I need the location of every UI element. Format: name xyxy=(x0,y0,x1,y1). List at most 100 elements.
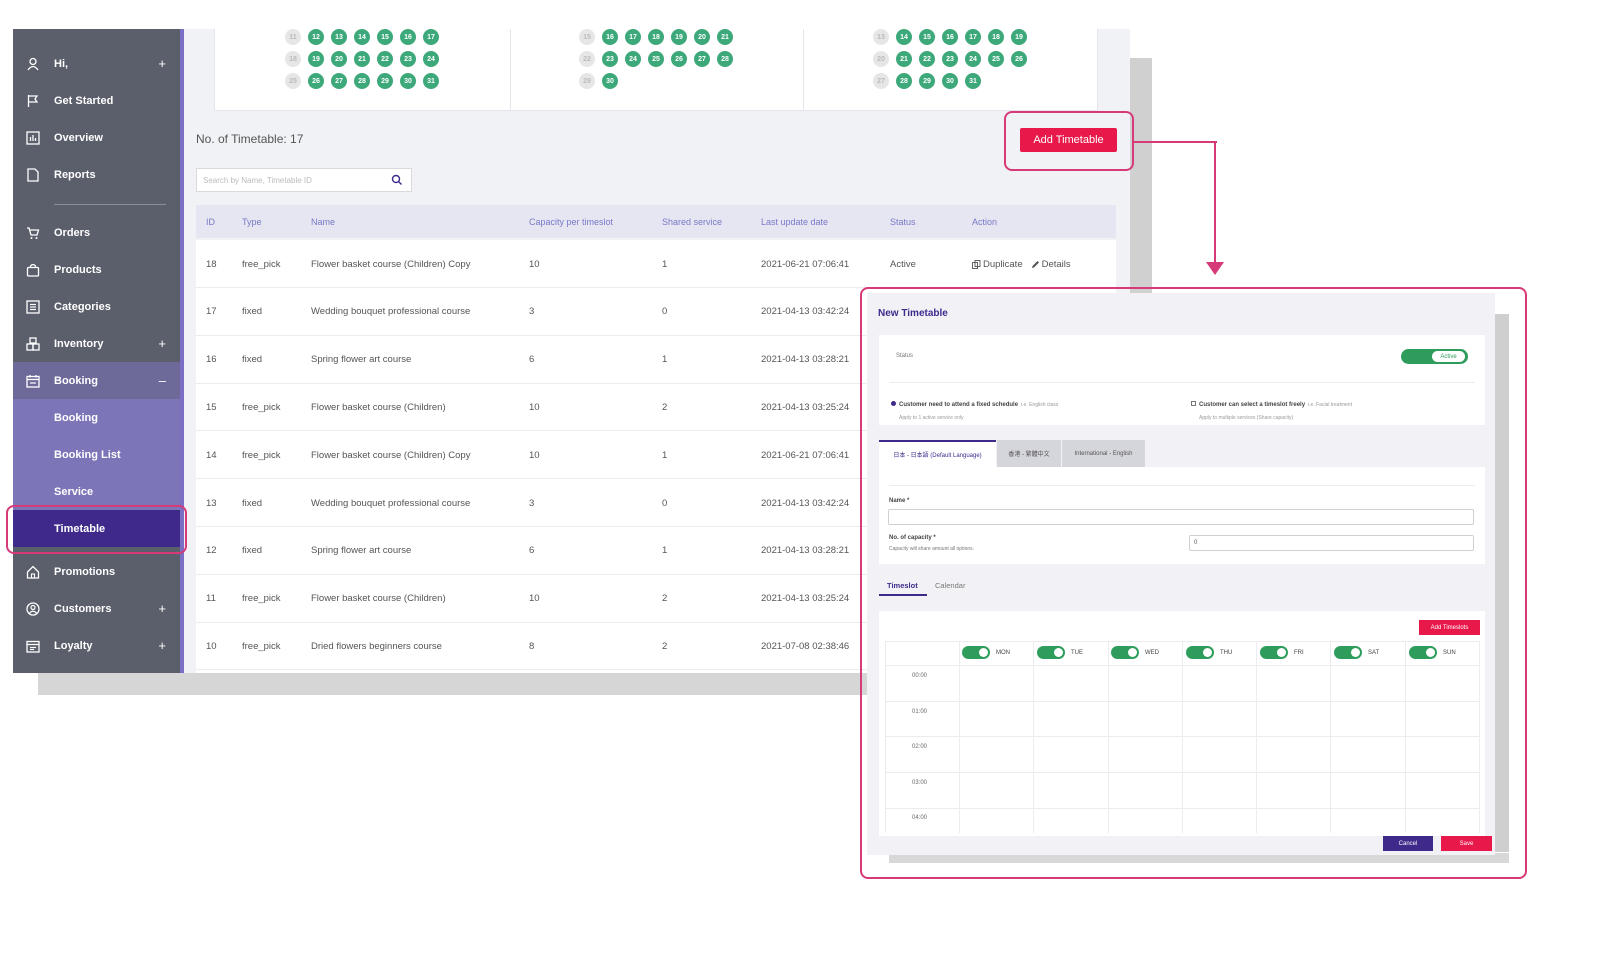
sidebar-item-booking[interactable]: Booking – xyxy=(13,362,180,399)
toggle-switch[interactable] xyxy=(1037,646,1065,659)
column-header-id[interactable]: ID xyxy=(206,205,215,238)
sidebar-item-promotions[interactable]: Promotions xyxy=(13,553,180,590)
calendar-day[interactable]: 21 xyxy=(354,51,370,67)
column-header-capacity-per-timeslot[interactable]: Capacity per timeslot xyxy=(529,205,613,238)
column-header-shared-service[interactable]: Shared service xyxy=(662,205,722,238)
tab-language-traditional-chinese[interactable]: 香港 - 繁體中文 xyxy=(997,440,1061,467)
calendar-day[interactable]: 21 xyxy=(717,29,733,45)
column-header-type[interactable]: Type xyxy=(242,205,262,238)
calendar-day[interactable]: 19 xyxy=(671,29,687,45)
calendar-day[interactable]: 21 xyxy=(896,51,912,67)
calendar-day[interactable]: 17 xyxy=(965,29,981,45)
sidebar-item-categories[interactable]: Categories xyxy=(13,288,180,325)
calendar-day[interactable]: 19 xyxy=(308,51,324,67)
calendar-day[interactable]: 15 xyxy=(377,29,393,45)
day-toggle-sat[interactable]: SAT xyxy=(1334,646,1379,659)
sidebar-item-overview[interactable]: Overview xyxy=(13,119,180,156)
cancel-button[interactable]: Cancel xyxy=(1383,836,1433,851)
calendar-day[interactable]: 26 xyxy=(1011,51,1027,67)
calendar-day[interactable]: 24 xyxy=(625,51,641,67)
tab-language-english[interactable]: International - English xyxy=(1062,440,1145,467)
details-link[interactable]: Details xyxy=(1031,259,1071,270)
tab-calendar[interactable]: Calendar xyxy=(935,581,965,590)
sidebar-item-customers[interactable]: Customers + xyxy=(13,590,180,627)
tab-timeslot[interactable]: Timeslot xyxy=(887,581,918,590)
calendar-day[interactable]: 20 xyxy=(331,51,347,67)
expand-icon[interactable]: + xyxy=(158,336,166,351)
day-toggle-thu[interactable]: THU xyxy=(1186,646,1232,659)
calendar-day[interactable]: 30 xyxy=(602,73,618,89)
column-header-status[interactable]: Status xyxy=(890,205,916,238)
status-toggle[interactable]: Active xyxy=(1401,349,1468,364)
toggle-switch[interactable] xyxy=(1334,646,1362,659)
calendar-day[interactable]: 24 xyxy=(423,51,439,67)
sidebar-item-products[interactable]: Products xyxy=(13,251,180,288)
day-toggle-mon[interactable]: MON xyxy=(962,646,1010,659)
calendar-day[interactable]: 18 xyxy=(648,29,664,45)
calendar-day[interactable]: 31 xyxy=(965,73,981,89)
sidebar-item-inventory[interactable]: Inventory + xyxy=(13,325,180,362)
toggle-switch[interactable] xyxy=(1409,646,1437,659)
expand-icon[interactable]: + xyxy=(158,601,166,616)
add-timeslots-button[interactable]: Add Timeslots xyxy=(1419,620,1480,635)
calendar-day[interactable]: 29 xyxy=(377,73,393,89)
sidebar-item-reports[interactable]: Reports xyxy=(13,156,180,193)
save-button[interactable]: Save xyxy=(1441,836,1492,851)
toggle-switch[interactable] xyxy=(1186,646,1214,659)
sidebar-item-orders[interactable]: Orders xyxy=(13,214,180,251)
column-header-last-update-date[interactable]: Last update date xyxy=(761,205,828,238)
duplicate-link[interactable]: Duplicate xyxy=(972,259,1023,270)
calendar-day[interactable]: 27 xyxy=(331,73,347,89)
calendar-day[interactable]: 24 xyxy=(965,51,981,67)
calendar-day[interactable]: 26 xyxy=(671,51,687,67)
calendar-day[interactable]: 22 xyxy=(919,51,935,67)
calendar-day[interactable]: 23 xyxy=(602,51,618,67)
calendar-day[interactable]: 28 xyxy=(354,73,370,89)
day-toggle-fri[interactable]: FRI xyxy=(1260,646,1304,659)
calendar-day[interactable]: 12 xyxy=(308,29,324,45)
calendar-day[interactable]: 18 xyxy=(988,29,1004,45)
day-toggle-tue[interactable]: TUE xyxy=(1037,646,1083,659)
calendar-day[interactable]: 31 xyxy=(423,73,439,89)
calendar-day[interactable]: 16 xyxy=(400,29,416,45)
calendar-day[interactable]: 19 xyxy=(1011,29,1027,45)
calendar-day[interactable]: 30 xyxy=(942,73,958,89)
sidebar-item-get-started[interactable]: Get Started xyxy=(13,82,180,119)
calendar-day[interactable]: 26 xyxy=(308,73,324,89)
option-fixed-schedule[interactable]: Customer need to attend a fixed schedule… xyxy=(891,393,1058,421)
calendar-day[interactable]: 13 xyxy=(331,29,347,45)
toggle-switch[interactable] xyxy=(1260,646,1288,659)
name-field[interactable] xyxy=(888,509,1474,525)
option-free-timeslot[interactable]: Customer can select a timeslot freely i.e… xyxy=(1191,393,1352,421)
calendar-day[interactable]: 27 xyxy=(694,51,710,67)
column-header-name[interactable]: Name xyxy=(311,205,335,238)
radio-selected-icon[interactable] xyxy=(891,401,896,406)
radio-unselected-icon[interactable] xyxy=(1191,401,1196,406)
calendar-day[interactable]: 25 xyxy=(988,51,1004,67)
expand-icon[interactable]: + xyxy=(158,638,166,653)
calendar-day[interactable]: 14 xyxy=(354,29,370,45)
toggle-switch[interactable] xyxy=(962,646,990,659)
calendar-day[interactable]: 28 xyxy=(896,73,912,89)
sidebar-subitem-booking[interactable]: Booking xyxy=(13,399,180,436)
calendar-day[interactable]: 23 xyxy=(400,51,416,67)
calendar-day[interactable]: 17 xyxy=(625,29,641,45)
calendar-day[interactable]: 16 xyxy=(602,29,618,45)
calendar-day[interactable]: 29 xyxy=(919,73,935,89)
search-input[interactable]: Search by Name, Timetable ID xyxy=(196,168,412,192)
calendar-day[interactable]: 28 xyxy=(717,51,733,67)
calendar-day[interactable]: 25 xyxy=(648,51,664,67)
column-header-action[interactable]: Action xyxy=(972,205,997,238)
sidebar-item-hi[interactable]: Hi, + xyxy=(13,45,180,82)
calendar-day[interactable]: 30 xyxy=(400,73,416,89)
calendar-day[interactable]: 14 xyxy=(896,29,912,45)
calendar-day[interactable]: 20 xyxy=(694,29,710,45)
table-row[interactable]: 18 free_pick Flower basket course (Childre… xyxy=(196,240,1116,288)
sidebar-item-loyalty[interactable]: Loyalty + xyxy=(13,627,180,664)
calendar-day[interactable]: 15 xyxy=(919,29,935,45)
day-toggle-wed[interactable]: WED xyxy=(1111,646,1159,659)
tab-language-japanese[interactable]: 日本 - 日本語 (Default Language) xyxy=(879,440,996,467)
day-toggle-sun[interactable]: SUN xyxy=(1409,646,1456,659)
search-icon[interactable] xyxy=(391,174,403,186)
calendar-day[interactable]: 17 xyxy=(423,29,439,45)
